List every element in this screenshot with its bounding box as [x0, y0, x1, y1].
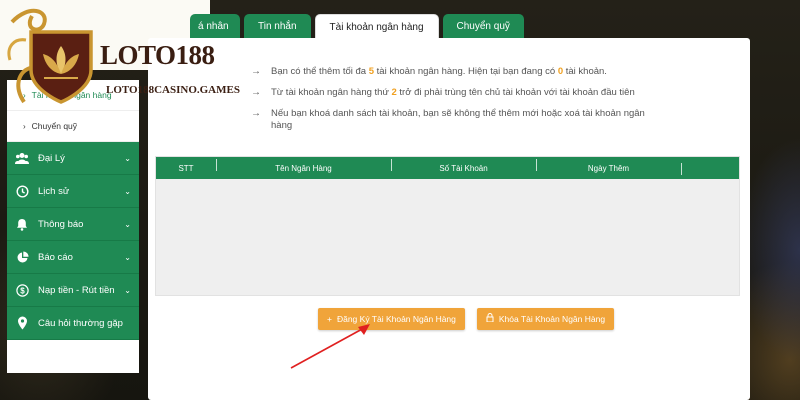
dollar-icon: $	[15, 283, 29, 297]
history-icon	[15, 184, 29, 198]
column-header-index: STT	[178, 163, 194, 173]
svg-text:$: $	[20, 286, 25, 295]
bank-accounts-table: STT Tên Ngân Hàng Số Tài Khoản Ngày Thêm	[155, 156, 740, 296]
brand-domain: LOTO188CASINO.GAMES	[106, 84, 240, 96]
tab-fund-transfer[interactable]: Chuyển quỹ	[442, 14, 524, 40]
column-header-date-added: Ngày Thêm	[536, 158, 681, 173]
column-header-account-number: Số Tài Khoản	[391, 158, 536, 173]
lock-bank-account-button[interactable]: Khóa Tài Khoản Ngân Hàng	[476, 308, 615, 330]
brand-logo: LOTO188 LOTO188CASINO.GAMES	[4, 2, 279, 112]
red-annotation-arrow	[290, 324, 370, 369]
sidebar-item-reports[interactable]: Báo cáo ⌄	[7, 241, 139, 274]
chevron-down-icon: ⌄	[124, 219, 131, 229]
users-icon	[15, 151, 29, 165]
sidebar-item-deposit-withdraw[interactable]: $ Nạp tiền - Rút tiền ⌄	[7, 274, 139, 307]
sidebar-item-fund-transfer[interactable]: › Chuyển quỹ	[7, 111, 139, 142]
sidebar-item-history[interactable]: Lịch sử ⌄	[7, 175, 139, 208]
lock-icon	[486, 308, 494, 330]
sidebar-item-faq[interactable]: Câu hỏi thường gặp	[7, 307, 139, 340]
table-header: STT Tên Ngân Hàng Số Tài Khoản Ngày Thêm	[156, 157, 739, 179]
chevron-down-icon: ⌄	[124, 252, 131, 262]
info-line-max-accounts: → Bạn có thể thêm tối đa 5 tài khoản ngâ…	[251, 66, 607, 77]
chevron-down-icon: ⌄	[124, 285, 131, 295]
sidebar-item-agent[interactable]: Đại Lý ⌄	[7, 142, 139, 175]
account-number-threshold: 2	[391, 87, 397, 98]
info-line-lock-warning: → Nếu bạn khoá danh sách tài khoản, bạn …	[251, 108, 645, 131]
info-notes: → Bạn có thể thêm tối đa 5 tài khoản ngâ…	[251, 66, 651, 141]
lotus-emblem-icon	[7, 9, 93, 104]
max-accounts-value: 5	[368, 66, 374, 77]
sidebar: › Tài khoản ngân hàng › Chuyển quỹ Đại L…	[7, 80, 139, 373]
chevron-right-icon: ›	[23, 121, 26, 131]
sidebar-item-notifications[interactable]: Thông báo ⌄	[7, 208, 139, 241]
bell-icon	[15, 217, 29, 231]
info-line-same-owner: → Từ tài khoản ngân hàng thứ 2 trở đi ph…	[251, 87, 635, 98]
brand-name: LOTO188	[100, 40, 215, 70]
chevron-down-icon: ⌄	[124, 153, 131, 163]
pie-chart-icon	[15, 250, 29, 264]
chevron-down-icon: ⌄	[124, 186, 131, 196]
location-pin-icon	[15, 316, 29, 330]
current-accounts-value: 0	[557, 66, 564, 77]
tab-bank-accounts[interactable]: Tài khoản ngân hàng	[314, 14, 439, 40]
column-header-bank-name: Tên Ngân Hàng	[216, 158, 391, 173]
